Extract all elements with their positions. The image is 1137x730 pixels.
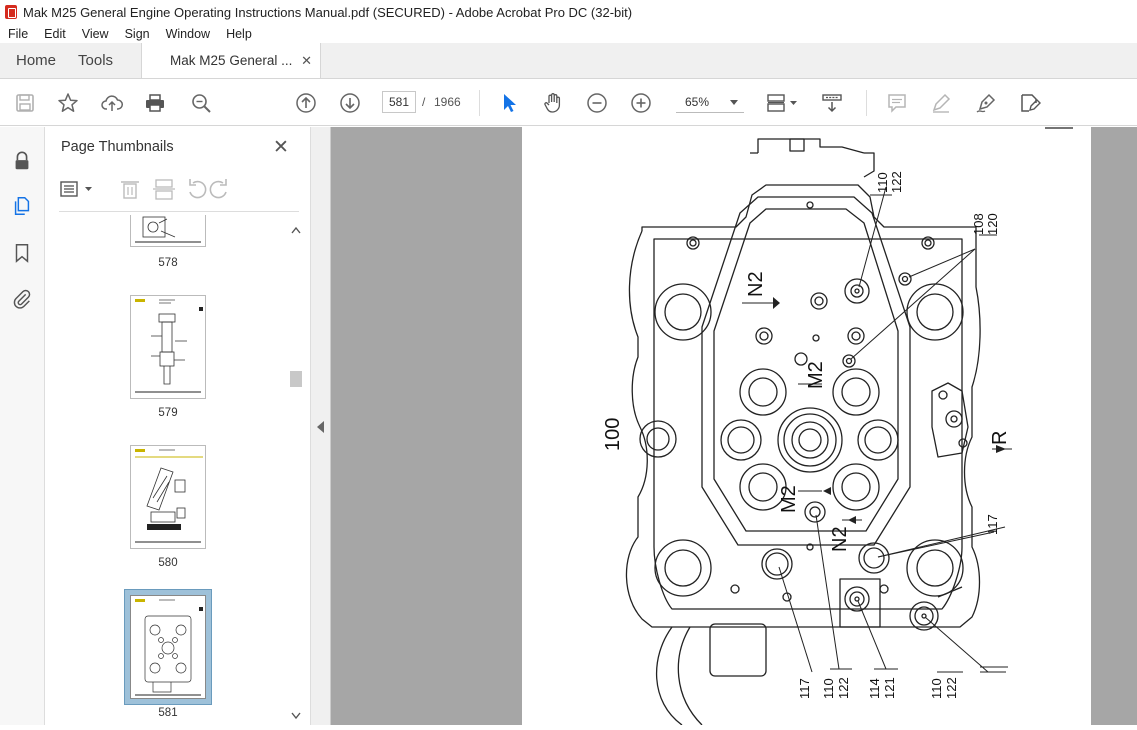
tab-bar: Home Tools Mak M25 General ... ✕ <box>0 43 1137 79</box>
thumbnail-list: 578 579 580 581 <box>45 215 289 725</box>
label-117-right: 117 <box>985 514 1000 535</box>
scroll-up-icon <box>291 226 301 234</box>
menu-help[interactable]: Help <box>218 27 260 41</box>
left-rail <box>0 127 45 725</box>
label-110-bottom-1: 110 <box>821 678 836 699</box>
star-icon[interactable] <box>57 92 79 114</box>
menu-file[interactable]: File <box>0 27 36 41</box>
print-icon[interactable] <box>144 92 166 114</box>
extract-page-icon[interactable] <box>153 179 175 200</box>
scroll-mode-icon[interactable] <box>821 92 843 114</box>
rotate-clockwise-icon[interactable] <box>209 179 227 199</box>
tab-document[interactable]: Mak M25 General ... ✕ <box>141 43 322 78</box>
thumbnail-label: 581 <box>158 707 178 719</box>
thumbnail-578[interactable] <box>130 215 206 247</box>
thumbnail-label: 580 <box>158 557 178 569</box>
label-m2-bottom: M2 <box>778 485 800 513</box>
collapse-panel-icon[interactable] <box>317 421 324 433</box>
menu-window[interactable]: Window <box>158 27 218 41</box>
tab-document-label: Mak M25 General ... <box>170 53 293 68</box>
thumbnail-label: 578 <box>158 257 178 269</box>
page-separator: / <box>422 95 426 109</box>
tab-home[interactable]: Home <box>0 43 70 78</box>
save-icon[interactable] <box>14 92 36 114</box>
label-110-top: 110 <box>875 172 890 193</box>
zoom-select[interactable]: 65% <box>676 91 744 113</box>
upload-cloud-icon[interactable] <box>101 92 123 114</box>
label-108: 108 <box>971 213 986 235</box>
zoom-value: 65% <box>685 95 710 109</box>
document-viewer[interactable]: N2 M2 M2 N2 100 R 110 122 108 120 117 11… <box>331 127 1137 726</box>
total-pages: 1966 <box>434 95 461 109</box>
panel-toolbar <box>59 175 299 205</box>
bookmark-icon[interactable] <box>10 241 34 265</box>
title-bar: Mak M25 General Engine Operating Instruc… <box>0 0 1137 24</box>
label-122-bottom-1: 122 <box>836 677 851 699</box>
panel-collapse-strip[interactable] <box>311 127 331 725</box>
label-122-bottom-2: 122 <box>944 677 959 699</box>
tab-tools[interactable]: Tools <box>70 43 121 78</box>
label-100: 100 <box>602 418 624 451</box>
page-number-input[interactable]: 581 <box>382 91 416 113</box>
label-117-bottom: 117 <box>797 678 812 699</box>
delete-page-icon[interactable] <box>121 181 139 199</box>
thumbnail-label: 579 <box>158 407 178 419</box>
fill-sign-icon[interactable] <box>975 92 997 114</box>
close-tab-icon[interactable]: ✕ <box>301 53 312 69</box>
label-120: 120 <box>985 213 1000 235</box>
lock-icon[interactable] <box>10 149 34 173</box>
rotate-counterclockwise-icon[interactable] <box>189 179 207 199</box>
thumbnail-579[interactable] <box>130 295 206 399</box>
scrollbar-thumb[interactable] <box>290 371 302 387</box>
chevron-down-icon <box>730 100 738 105</box>
label-n2-top: N2 <box>745 271 767 297</box>
engine-cylinder-head-drawing: N2 M2 M2 N2 100 R 110 122 108 120 117 11… <box>602 127 1073 726</box>
paperclip-icon[interactable] <box>10 287 34 311</box>
label-122-top: 122 <box>889 171 904 193</box>
label-m2-top: M2 <box>805 361 827 389</box>
page-display-icon[interactable] <box>766 92 800 114</box>
previous-page-icon[interactable] <box>295 92 317 114</box>
label-110-bottom-2: 110 <box>929 678 944 699</box>
label-114: 114 <box>867 678 882 699</box>
label-n2-bottom: N2 <box>829 526 851 552</box>
scroll-down-icon <box>291 712 301 720</box>
panel-title: Page Thumbnails <box>61 139 174 155</box>
comment-icon[interactable] <box>886 92 908 114</box>
options-menu-icon[interactable] <box>60 181 92 197</box>
edit-pdf-icon[interactable] <box>1019 92 1041 114</box>
label-121: 121 <box>882 677 897 699</box>
acrobat-logo-icon <box>5 5 17 19</box>
page-thumbnails-icon[interactable] <box>10 194 34 218</box>
thumbnail-580[interactable] <box>130 445 206 549</box>
menu-view[interactable]: View <box>74 27 117 41</box>
next-page-icon[interactable] <box>339 92 361 114</box>
zoom-search-icon[interactable] <box>190 92 212 114</box>
zoom-out-icon[interactable] <box>586 92 608 114</box>
thumbnail-scrollbar[interactable] <box>289 223 303 723</box>
thumbnail-581-selected[interactable] <box>124 589 212 705</box>
select-cursor-icon[interactable] <box>498 92 520 114</box>
zoom-in-icon[interactable] <box>630 92 652 114</box>
hand-tool-icon[interactable] <box>542 92 564 114</box>
thumbnails-panel: Page Thumbnails ✕ 578 579 580 581 <box>45 127 311 725</box>
menu-sign[interactable]: Sign <box>117 27 158 41</box>
close-panel-icon[interactable]: ✕ <box>273 136 289 159</box>
main-toolbar <box>0 80 1137 126</box>
pdf-page: N2 M2 M2 N2 100 R 110 122 108 120 117 11… <box>522 127 1091 726</box>
label-r: R <box>989 431 1011 445</box>
highlight-pen-icon[interactable] <box>930 92 952 114</box>
menu-edit[interactable]: Edit <box>36 27 74 41</box>
menu-bar: File Edit View Sign Window Help <box>0 24 1137 43</box>
window-title: Mak M25 General Engine Operating Instruc… <box>23 4 633 20</box>
